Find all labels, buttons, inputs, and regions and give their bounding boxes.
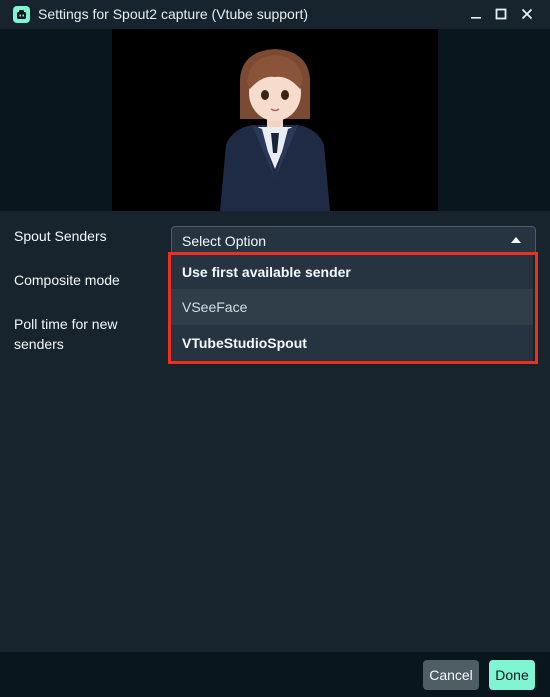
cancel-button[interactable]: Cancel (423, 660, 479, 690)
done-button[interactable]: Done (489, 660, 535, 690)
composite-mode-label: Composite mode (14, 272, 120, 288)
window-titlebar: Settings for Spout2 capture (Vtube suppo… (0, 0, 550, 29)
window-title: Settings for Spout2 capture (Vtube suppo… (38, 6, 309, 22)
option-vseeface[interactable]: VSeeFace (171, 289, 533, 325)
maximize-icon[interactable] (490, 4, 512, 24)
source-preview-area (0, 29, 550, 211)
app-icon (13, 6, 30, 23)
spout-senders-dropdown: Use first available sender VSeeFace VTub… (171, 254, 533, 361)
option-use-first-available[interactable]: Use first available sender (171, 254, 533, 290)
minimize-icon[interactable] (465, 4, 487, 24)
spout-senders-select[interactable]: Select Option (171, 226, 536, 254)
poll-time-label-line1: Poll time for new (14, 316, 118, 332)
source-preview-canvas (112, 29, 438, 211)
close-icon[interactable] (516, 4, 538, 24)
option-vtubestudiospout[interactable]: VTubeStudioSpout (171, 325, 533, 361)
select-value: Select Option (182, 233, 267, 249)
poll-time-label-line2: senders (14, 336, 64, 352)
caret-up-icon (511, 237, 521, 243)
vtuber-avatar-preview (220, 49, 330, 211)
spout-senders-label: Spout Senders (14, 228, 107, 244)
